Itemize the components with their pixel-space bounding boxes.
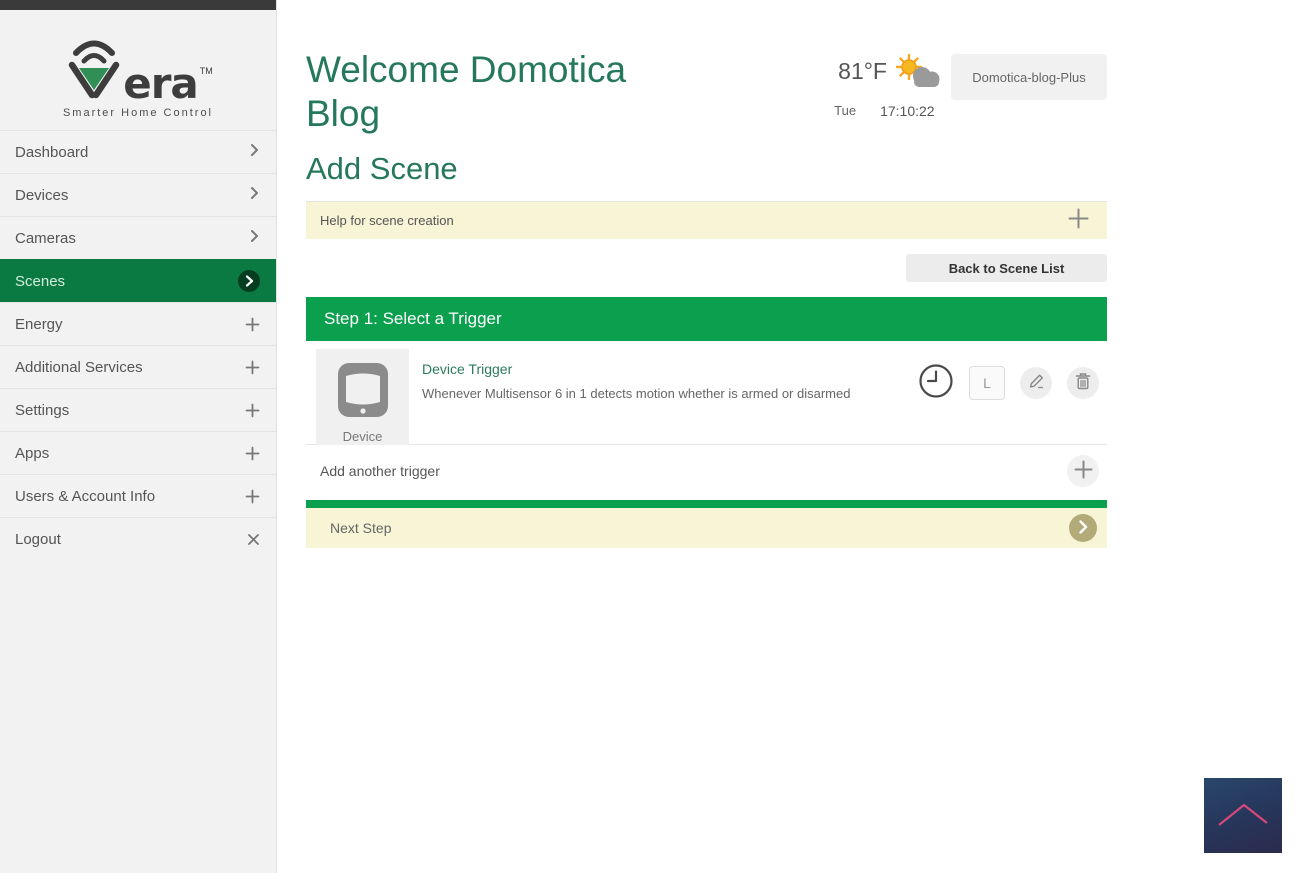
plus-icon <box>245 446 260 461</box>
plus-icon <box>245 317 260 332</box>
sidebar-item-label: Settings <box>15 402 69 419</box>
sidebar-top-bar <box>0 0 276 10</box>
sidebar-item-label: Devices <box>15 187 68 204</box>
back-to-scene-list-button[interactable]: Back to Scene List <box>906 254 1107 282</box>
welcome-title: Welcome Domotica Blog <box>306 48 651 135</box>
chevron-up-icon <box>1215 799 1271 832</box>
page-header: Welcome Domotica Blog 81°F <box>306 0 1107 135</box>
plus-icon <box>245 403 260 418</box>
chevron-right-icon <box>1078 520 1088 537</box>
device-tile-label: Device <box>343 429 383 444</box>
weather-cluster: 81°F <box>834 54 1107 135</box>
back-row: Back to Scene List <box>306 254 1107 282</box>
sidebar-item-users-account-info[interactable]: Users & Account Info <box>0 474 276 517</box>
add-trigger-plus-button[interactable] <box>1067 455 1099 487</box>
expand-plus-icon[interactable] <box>1068 208 1089 234</box>
device-icon <box>335 360 391 425</box>
trademark-symbol: TM <box>200 66 213 76</box>
sidebar-item-settings[interactable]: Settings <box>0 388 276 431</box>
sun-behind-cloud-icon <box>895 54 941 101</box>
step-1-header-bar: Step 1: Select a Trigger <box>306 297 1107 341</box>
vera-v-icon <box>65 29 123 104</box>
plus-icon <box>245 360 260 375</box>
sidebar-item-cameras[interactable]: Cameras <box>0 216 276 259</box>
page-title: Add Scene <box>306 151 1107 187</box>
sidebar-item-apps[interactable]: Apps <box>0 431 276 474</box>
sidebar-item-label: Additional Services <box>15 359 143 376</box>
clock-icon <box>918 363 954 402</box>
chevron-right-icon <box>249 186 260 205</box>
device-type-tile[interactable]: Device <box>316 349 409 445</box>
controller-select-button[interactable]: Domotica-blog-Plus <box>951 54 1107 100</box>
help-bar-label: Help for scene creation <box>320 213 454 228</box>
next-step-bar[interactable]: Next Step <box>306 500 1107 548</box>
sidebar-item-dashboard[interactable]: Dashboard <box>0 130 276 173</box>
trigger-row: Device Device Trigger Whenever Multisens… <box>306 341 1107 445</box>
sidebar-item-label: Users & Account Info <box>15 488 155 505</box>
vera-logo: era TM Smarter Home Control <box>0 10 276 130</box>
brand-tagline: Smarter Home Control <box>63 107 213 119</box>
sidebar-item-label: Logout <box>15 531 61 548</box>
sidebar-item-devices[interactable]: Devices <box>0 173 276 216</box>
plus-icon <box>1074 460 1093 482</box>
plus-icon <box>245 489 260 504</box>
sidebar-item-logout[interactable]: Logout <box>0 517 276 560</box>
device-trigger-link[interactable]: Device Trigger <box>422 361 918 377</box>
sidebar-item-label: Cameras <box>15 230 76 247</box>
sidebar-item-additional-services[interactable]: Additional Services <box>0 345 276 388</box>
sidebar: era TM Smarter Home Control Dashboard De… <box>0 0 277 873</box>
trash-icon <box>1075 372 1091 393</box>
scroll-to-top-button[interactable] <box>1204 778 1282 853</box>
edit-trigger-button[interactable] <box>1020 367 1052 399</box>
trigger-actions: L <box>918 349 1099 402</box>
pencil-icon <box>1028 373 1045 393</box>
sidebar-menu: Dashboard Devices Cameras Scenes Energy <box>0 130 276 560</box>
luup-code-button[interactable]: L <box>969 366 1005 400</box>
help-for-scene-creation-bar[interactable]: Help for scene creation <box>306 202 1107 239</box>
close-icon <box>247 533 260 546</box>
vera-wordmark: era <box>123 65 198 104</box>
next-step-button[interactable] <box>1069 514 1097 542</box>
step-1-title: Step 1: Select a Trigger <box>324 309 502 329</box>
weather-day: Tue <box>834 103 856 119</box>
add-another-trigger-row[interactable]: Add another trigger <box>306 445 1107 496</box>
sidebar-item-energy[interactable]: Energy <box>0 302 276 345</box>
sidebar-item-label: Scenes <box>15 273 65 290</box>
sidebar-item-scenes[interactable]: Scenes <box>0 259 276 302</box>
sidebar-item-label: Energy <box>15 316 63 333</box>
delete-trigger-button[interactable] <box>1067 367 1099 399</box>
schedule-clock-button[interactable] <box>918 363 954 402</box>
chevron-right-icon <box>249 143 260 162</box>
sidebar-item-label: Apps <box>15 445 49 462</box>
next-step-label: Next Step <box>330 520 391 536</box>
weather-time: 17:10:22 <box>880 103 935 119</box>
sidebar-item-label: Dashboard <box>15 144 88 161</box>
chevron-right-circle-icon <box>238 270 260 292</box>
chevron-right-icon <box>249 229 260 248</box>
temperature-value: 81°F <box>838 58 887 85</box>
add-another-trigger-label: Add another trigger <box>320 463 440 479</box>
main-area: Welcome Domotica Blog 81°F <box>278 0 1300 873</box>
trigger-description: Whenever Multisensor 6 in 1 detects moti… <box>422 386 918 401</box>
